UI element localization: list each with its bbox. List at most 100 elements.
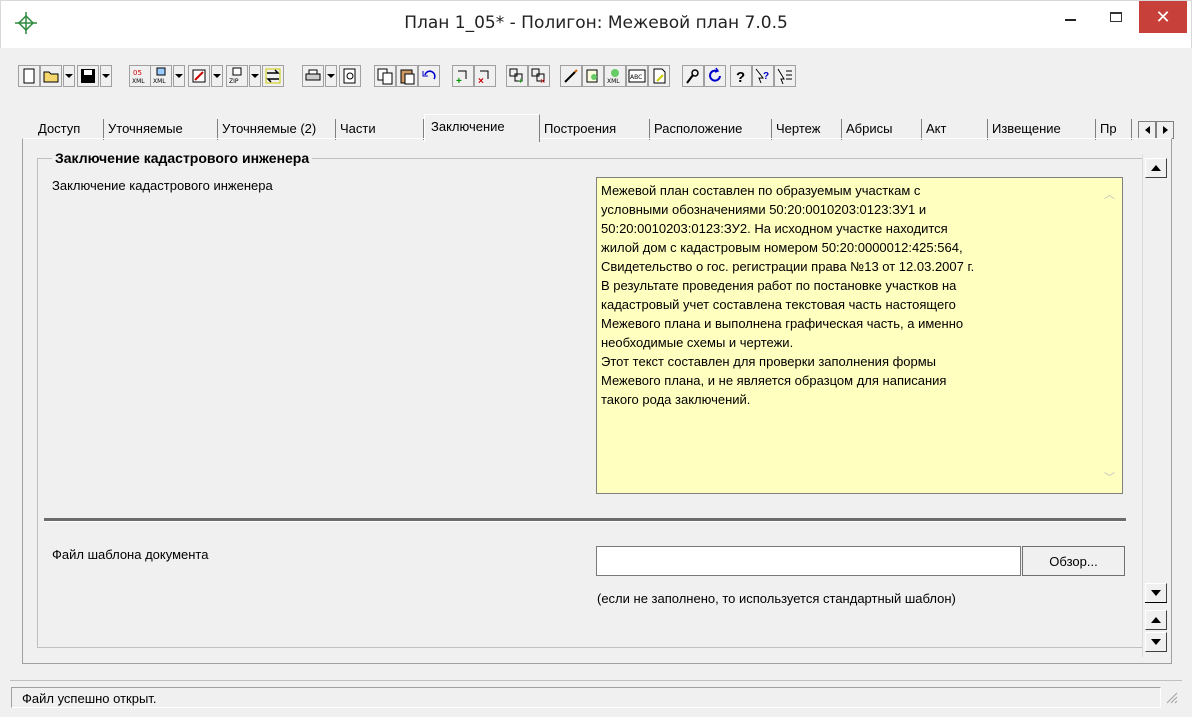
print-button[interactable] (302, 65, 324, 87)
open-folder-icon (43, 71, 59, 83)
tab-4[interactable]: Части (336, 119, 424, 140)
minimize-button[interactable] (1047, 1, 1093, 33)
pointer-button[interactable] (774, 65, 796, 87)
group-title: Заключение кадастрового инженера (52, 150, 313, 166)
copy-object-button[interactable] (582, 65, 604, 87)
open-folder-button[interactable] (40, 65, 62, 87)
spell-check-button[interactable]: ABC (626, 65, 648, 87)
conclusion-label: Заключение кадастрового инженера (52, 178, 273, 193)
settings-icon (686, 69, 699, 84)
scroll-page-down-button[interactable] (1145, 632, 1167, 652)
svg-text:+: + (456, 76, 462, 85)
splitter[interactable] (44, 518, 1126, 522)
tab-2[interactable]: Уточняемые (104, 119, 218, 140)
chevron-down-icon (251, 74, 259, 78)
delete-contour-button[interactable]: × (528, 65, 550, 87)
tab-7[interactable]: Расположение (650, 119, 772, 140)
chevron-down-icon (102, 74, 110, 78)
print-preview-button[interactable] (339, 65, 361, 87)
delete-point-button[interactable]: × (474, 65, 496, 87)
help-icon: ? (736, 69, 745, 85)
zip-dropdown-button[interactable] (249, 65, 261, 87)
edit-button[interactable] (188, 65, 210, 87)
tab-12[interactable]: Пр (1096, 119, 1132, 140)
resize-grip-icon[interactable] (1164, 690, 1178, 704)
document-button[interactable] (648, 65, 670, 87)
xml-object-button[interactable]: XML (604, 65, 626, 87)
arrow-down-icon (1151, 639, 1161, 645)
title-bar: План 1_05* - Полигон: Межевой план 7.0.5… (0, 0, 1192, 48)
svg-text:XML: XML (607, 78, 620, 85)
add-point-icon: + (456, 70, 467, 85)
spell-check-icon: ABC (628, 69, 646, 83)
close-button[interactable]: ✕ (1139, 1, 1187, 33)
pointer-icon (777, 68, 792, 85)
scrollbar-separator (1145, 602, 1167, 603)
tab-9[interactable]: Абрисы (842, 119, 922, 140)
toolbar: 05 XML XML ZIP + × + × XML ABC?? (18, 65, 1178, 95)
svg-text:XML: XML (153, 78, 166, 85)
textarea-scrollbar[interactable]: ︿ ﹀ (1097, 177, 1123, 494)
copy-button[interactable] (374, 65, 396, 87)
pen-icon (564, 69, 578, 83)
scroll-down-button[interactable] (1145, 583, 1167, 603)
scroll-up-icon: ︿ (1104, 189, 1115, 201)
tab-scroll-buttons (1138, 121, 1174, 139)
copy-icon (377, 68, 393, 85)
arrow-down-icon (1151, 590, 1161, 596)
scroll-up-button[interactable] (1145, 158, 1167, 178)
edit-dropdown-button[interactable] (211, 65, 223, 87)
paste-button[interactable] (396, 65, 418, 87)
svg-text:05: 05 (133, 69, 142, 77)
add-contour-icon: + (509, 68, 523, 85)
save-dropdown-button[interactable] (100, 65, 112, 87)
refresh-icon (709, 67, 721, 82)
xml-button[interactable]: XML (150, 65, 172, 87)
tab-8[interactable]: Чертеж (772, 119, 842, 140)
tab-3[interactable]: Уточняемые (2) (218, 119, 336, 140)
scroll-page-up-button[interactable] (1145, 610, 1167, 630)
save-icon (81, 69, 95, 83)
refresh-button[interactable] (704, 65, 726, 87)
context-help-button[interactable]: ? (752, 65, 774, 87)
tab-5[interactable]: Заключение (424, 114, 540, 142)
chevron-down-icon (213, 74, 221, 78)
tab-11[interactable]: Извещение (988, 119, 1096, 140)
arrow-up-icon (1151, 617, 1161, 623)
panel-scrollbar[interactable] (1142, 154, 1168, 657)
tab-scroll-left-button[interactable] (1138, 121, 1156, 139)
print-preview-icon (343, 68, 356, 84)
zip-button[interactable]: ZIP (226, 65, 248, 87)
template-file-input[interactable] (596, 546, 1021, 576)
pen-button[interactable] (560, 65, 582, 87)
window-title: План 1_05* - Полигон: Межевой план 7.0.5 (404, 13, 788, 33)
save-button[interactable] (77, 65, 99, 87)
help-button[interactable]: ? (730, 65, 752, 87)
tab-6[interactable]: Построения (540, 119, 650, 140)
undo-icon (422, 70, 436, 80)
print-dropdown-button[interactable] (325, 65, 337, 87)
exchange-button[interactable] (262, 65, 284, 87)
document-icon (653, 68, 666, 84)
settings-button[interactable] (682, 65, 704, 87)
scroll-down-icon: ﹀ (1104, 472, 1115, 484)
zip-icon: ZIP (229, 67, 242, 85)
copy-object-icon (586, 69, 598, 83)
new-document-button[interactable] (18, 65, 40, 87)
tab-1[interactable]: Доступ (34, 119, 104, 140)
xml-dropdown-button[interactable] (173, 65, 185, 87)
export-xml-05-button[interactable]: 05 XML (129, 65, 151, 87)
tab-10[interactable]: Акт (922, 119, 988, 140)
conclusion-textarea[interactable]: Межевой план составлен по образуемым уча… (596, 177, 1123, 494)
tab-scroll-right-button[interactable] (1156, 121, 1174, 139)
edit-icon (192, 69, 206, 83)
new-document-icon (23, 68, 35, 84)
open-folder-dropdown-button[interactable] (63, 65, 75, 87)
maximize-button[interactable] (1093, 1, 1139, 33)
exchange-icon (265, 68, 281, 84)
paste-icon (400, 69, 415, 85)
browse-button[interactable]: Обзор... (1022, 546, 1125, 576)
add-point-button[interactable]: + (452, 65, 474, 87)
undo-button[interactable] (418, 65, 440, 87)
add-contour-button[interactable]: + (506, 65, 528, 87)
